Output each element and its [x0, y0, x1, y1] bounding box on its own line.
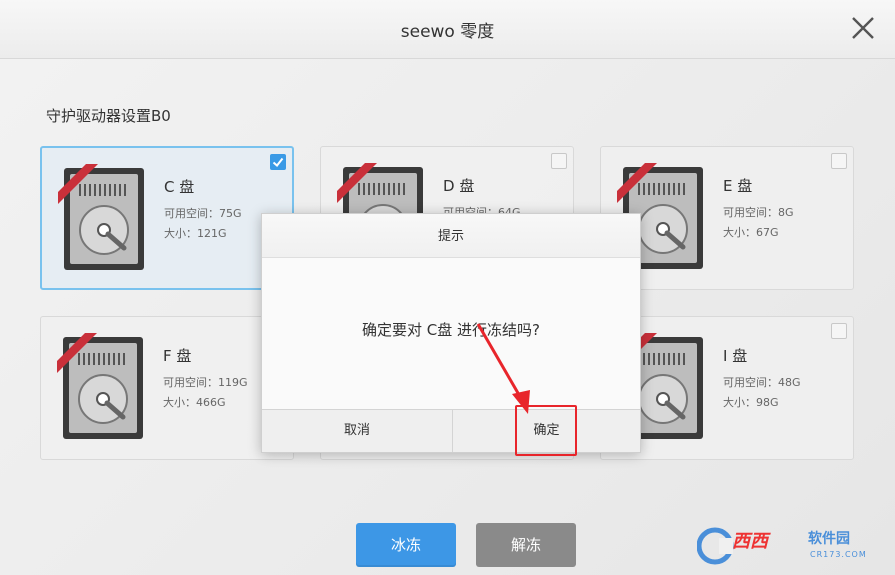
watermark-logo-icon	[697, 527, 734, 565]
drive-name: F 盘	[163, 347, 192, 365]
close-button[interactable]	[849, 14, 877, 42]
cancel-button[interactable]: 取消	[262, 409, 453, 452]
drive-name: E 盘	[723, 177, 753, 195]
hard-drive-icon	[58, 164, 144, 270]
drive-free-space: 可用空间：48G	[723, 376, 801, 389]
watermark-url: CR173.COM	[810, 550, 867, 559]
drive-checkbox[interactable]	[831, 323, 847, 339]
dialog-title: 提示	[262, 214, 640, 258]
hard-drive-icon	[57, 333, 143, 439]
drive-free-space: 可用空间：119G	[163, 376, 248, 389]
window-title: seewo 零度	[400, 22, 495, 42]
drive-size: 大小：466G	[163, 396, 226, 409]
drive-size: 大小：67G	[723, 226, 779, 239]
checkmark-icon	[272, 157, 284, 167]
drive-size: 大小：121G	[164, 227, 227, 240]
drive-name: I 盘	[723, 347, 748, 365]
watermark-sub: 软件园	[808, 531, 850, 547]
annotation-highlight	[515, 405, 577, 456]
drive-card-c[interactable]: C 盘 可用空间：75G 大小：121G	[40, 146, 294, 290]
close-icon	[852, 17, 874, 39]
drive-size: 大小：98G	[723, 396, 779, 409]
drive-free-space: 可用空间：75G	[164, 207, 242, 220]
drive-checkbox[interactable]	[551, 153, 567, 169]
drive-checkbox[interactable]	[270, 154, 286, 170]
drive-checkbox[interactable]	[831, 153, 847, 169]
unfreeze-button[interactable]: 解冻	[476, 523, 576, 567]
section-title: 守护驱动器设置B0	[46, 107, 171, 125]
drive-free-space: 可用空间：8G	[723, 206, 794, 219]
dialog-message: 确定要对 C盘 进行冻结吗?	[362, 321, 540, 339]
drive-name: C 盘	[164, 178, 195, 196]
confirm-dialog: 提示 确定要对 C盘 进行冻结吗? 取消 确定	[261, 213, 641, 453]
drive-name: D 盘	[443, 177, 475, 195]
title-bar: seewo 零度	[0, 0, 895, 59]
drive-card-f[interactable]: F 盘 可用空间：119G 大小：466G	[40, 316, 294, 460]
freeze-button[interactable]: 冰冻	[356, 523, 456, 567]
watermark-text: 西西	[732, 531, 768, 552]
